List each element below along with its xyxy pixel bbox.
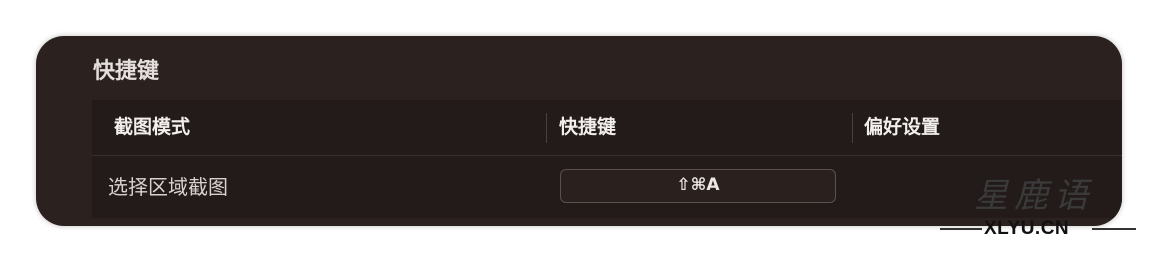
- section-title: 快捷键: [93, 59, 160, 84]
- watermark: 星鹿语 XLYU.CN: [940, 176, 1140, 246]
- watermark-logo-text: 星鹿语: [974, 176, 1094, 216]
- watermark-url: XLYU.CN: [984, 218, 1070, 239]
- header-shortcut: 快捷键: [559, 116, 617, 138]
- watermark-line-right: [1092, 228, 1136, 230]
- watermark-line-left: [940, 228, 982, 230]
- column-divider: [852, 113, 853, 143]
- row-mode-label: 选择区域截图: [108, 175, 228, 199]
- shortcut-recorder-button[interactable]: ⇧⌘A: [560, 169, 836, 203]
- header-preferences: 偏好设置: [864, 116, 941, 138]
- table-header: 截图模式 快捷键 偏好设置: [92, 100, 1122, 156]
- header-mode: 截图模式: [114, 116, 191, 138]
- column-divider: [546, 113, 547, 143]
